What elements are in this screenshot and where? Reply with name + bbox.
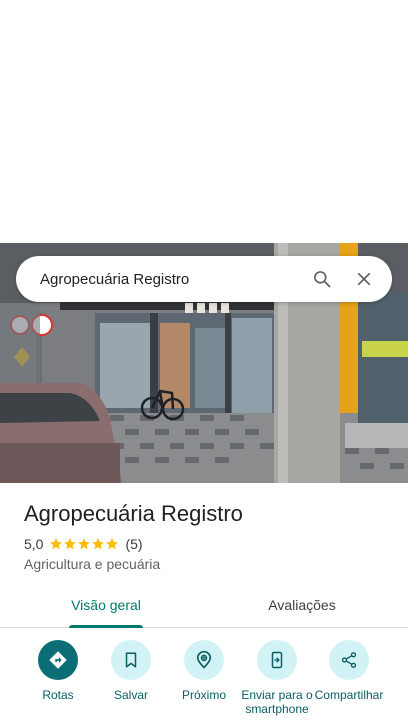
star-icon <box>106 538 119 550</box>
directions-icon <box>49 651 67 669</box>
rating-value: 5,0 <box>24 536 44 552</box>
review-count: (5) <box>125 536 143 552</box>
tab-overview[interactable]: Visão geral <box>50 583 162 627</box>
bookmark-icon <box>125 652 137 668</box>
rating-row[interactable]: 5,0 (5) <box>24 536 143 552</box>
star-icon <box>78 538 91 550</box>
search-input[interactable]: Agropecuária Registro <box>40 271 302 288</box>
nearby-icon <box>196 650 212 669</box>
save-label: Salvar <box>113 688 148 702</box>
selected-tab-indicator <box>69 625 143 628</box>
place-details-screen: Agropecuária Registro Agropecuária Regis… <box>0 0 408 726</box>
share-icon <box>341 652 357 668</box>
place-category: Agricultura e pecuária <box>24 556 161 572</box>
directions-button-circle <box>38 640 78 680</box>
map-blank-area <box>0 0 408 243</box>
tab-bar: Visão geral Avaliações <box>0 583 408 628</box>
share-label: Compartilhar <box>314 688 384 702</box>
star-icon <box>50 538 63 550</box>
send-to-phone-button[interactable]: Enviar para o smartphone <box>241 640 313 716</box>
send-to-phone-icon <box>271 651 283 669</box>
place-name: Agropecuária Registro <box>24 501 243 526</box>
close-icon <box>357 272 371 286</box>
search-bar[interactable]: Agropecuária Registro <box>16 256 392 302</box>
nearby-button-circle <box>184 640 224 680</box>
star-icon <box>64 538 77 550</box>
send-to-phone-label: Enviar para o smartphone <box>241 688 313 716</box>
action-bar: Rotas Salvar Próximo Enviar para o smart… <box>0 640 408 726</box>
nearby-label: Próximo <box>181 688 226 702</box>
clear-search-button[interactable] <box>344 259 384 299</box>
directions-button[interactable]: Rotas <box>22 640 94 702</box>
star-rating <box>49 537 119 551</box>
send-to-phone-button-circle <box>257 640 297 680</box>
search-icon <box>314 271 331 288</box>
save-button-circle <box>111 640 151 680</box>
star-icon <box>92 538 105 550</box>
nearby-button[interactable]: Próximo <box>168 640 240 702</box>
share-button[interactable]: Compartilhar <box>313 640 385 702</box>
search-button[interactable] <box>302 259 342 299</box>
directions-label: Rotas <box>42 688 74 702</box>
tab-reviews[interactable]: Avaliações <box>246 583 358 627</box>
share-button-circle <box>329 640 369 680</box>
save-button[interactable]: Salvar <box>95 640 167 702</box>
